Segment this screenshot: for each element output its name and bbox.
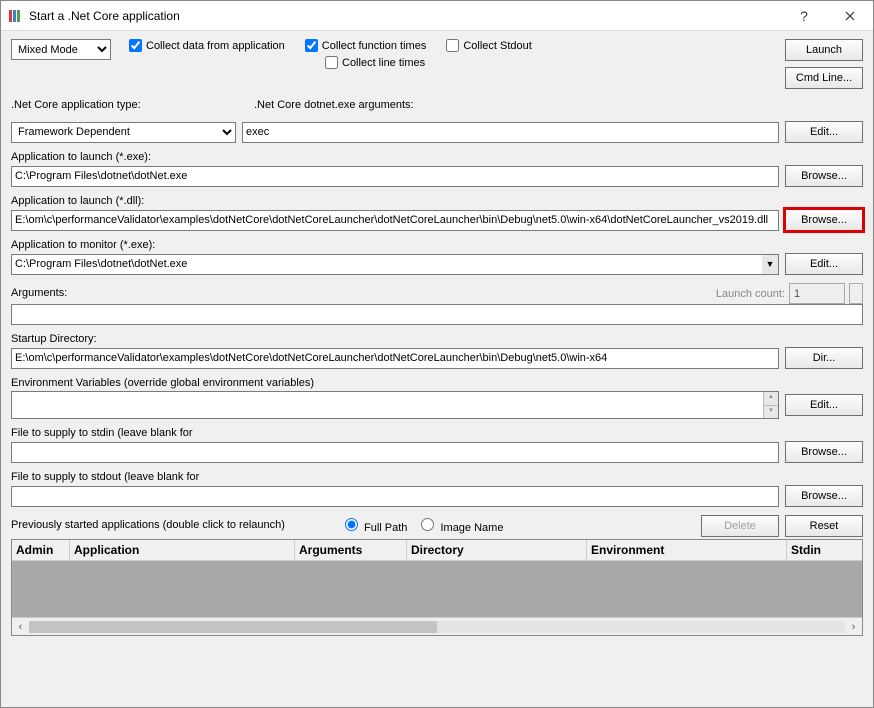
env-vars-scroll[interactable]: ▴ ▾ — [763, 392, 778, 418]
full-path-radio-input[interactable] — [345, 518, 358, 531]
app-monitor-input[interactable] — [11, 254, 762, 275]
launch-count-input — [789, 283, 845, 304]
close-button[interactable] — [827, 1, 873, 31]
startup-dir-label: Startup Directory: — [11, 333, 863, 345]
browse-exe-button[interactable]: Browse... — [785, 165, 863, 187]
dir-button[interactable]: Dir... — [785, 347, 863, 369]
dotnet-args-label: .Net Core dotnet.exe arguments: — [254, 99, 863, 111]
window-title: Start a .Net Core application — [29, 9, 781, 23]
help-button[interactable]: ? — [781, 1, 827, 31]
app-launch-dll-input[interactable] — [11, 210, 779, 231]
collect-func-times-label: Collect function times — [322, 40, 427, 52]
image-name-radio[interactable]: Image Name — [421, 518, 503, 534]
image-name-radio-input[interactable] — [421, 518, 434, 531]
stdout-input[interactable] — [11, 486, 779, 507]
collect-line-times-label: Collect line times — [342, 57, 425, 69]
edit-args-button[interactable]: Edit... — [785, 121, 863, 143]
collect-func-times-checkbox[interactable]: Collect function times — [305, 39, 427, 52]
window-controls: ? — [781, 1, 873, 31]
edit-env-button[interactable]: Edit... — [785, 394, 863, 416]
app-launch-dll-label: Application to launch (*.dll): — [11, 195, 863, 207]
col-directory[interactable]: Directory — [407, 540, 587, 560]
browse-dll-button[interactable]: Browse... — [785, 209, 863, 231]
collect-data-app-checkbox[interactable]: Collect data from application — [129, 39, 285, 52]
app-monitor-label: Application to monitor (*.exe): — [11, 239, 863, 251]
col-arguments[interactable]: Arguments — [295, 540, 407, 560]
table-header: Admin Application Arguments Directory En… — [12, 540, 862, 561]
app-type-label: .Net Core application type: — [11, 99, 236, 111]
prev-apps-table: Admin Application Arguments Directory En… — [11, 539, 863, 636]
launch-count-label: Launch count: — [716, 288, 785, 300]
delete-button: Delete — [701, 515, 779, 537]
scroll-thumb[interactable] — [29, 621, 437, 633]
env-vars-label: Environment Variables (override global e… — [11, 377, 863, 389]
stdin-input[interactable] — [11, 442, 779, 463]
scroll-down-icon[interactable]: ▾ — [763, 406, 778, 419]
col-application[interactable]: Application — [70, 540, 295, 560]
col-admin[interactable]: Admin — [12, 540, 70, 560]
launch-count-spinner — [849, 283, 863, 304]
dialog-window: Start a .Net Core application ? Mixed Mo… — [0, 0, 874, 708]
stdout-label: File to supply to stdout (leave blank fo… — [11, 471, 863, 483]
arguments-input[interactable] — [11, 304, 863, 325]
collect-data-app-input[interactable] — [129, 39, 142, 52]
collect-stdout-checkbox[interactable]: Collect Stdout — [446, 39, 531, 52]
app-monitor-dropdown[interactable]: ▼ — [762, 254, 779, 275]
stdin-label: File to supply to stdin (leave blank for — [11, 427, 863, 439]
reset-button[interactable]: Reset — [785, 515, 863, 537]
startup-dir-input[interactable] — [11, 348, 779, 369]
edit-monitor-button[interactable]: Edit... — [785, 253, 863, 275]
titlebar: Start a .Net Core application ? — [1, 1, 873, 31]
col-stdin[interactable]: Stdin — [787, 540, 862, 560]
scroll-track[interactable] — [29, 621, 845, 633]
launch-button[interactable]: Launch — [785, 39, 863, 61]
browse-stdout-button[interactable]: Browse... — [785, 485, 863, 507]
collect-data-app-label: Collect data from application — [146, 40, 285, 52]
col-environment[interactable]: Environment — [587, 540, 787, 560]
app-launch-exe-label: Application to launch (*.exe): — [11, 151, 863, 163]
app-type-combo[interactable]: Framework Dependent — [11, 122, 236, 143]
browse-stdin-button[interactable]: Browse... — [785, 441, 863, 463]
dialog-content: Mixed Mode Collect data from application… — [1, 31, 873, 707]
mode-combo[interactable]: Mixed Mode — [11, 39, 111, 60]
scroll-up-icon[interactable]: ▴ — [763, 392, 778, 406]
scroll-left-icon[interactable]: ‹ — [12, 621, 29, 633]
collect-line-times-input[interactable] — [325, 56, 338, 69]
app-icon — [7, 8, 23, 24]
env-vars-field[interactable]: ▴ ▾ — [11, 391, 779, 419]
scroll-right-icon[interactable]: › — [845, 621, 862, 633]
prev-started-label: Previously started applications (double … — [11, 519, 285, 531]
collect-func-times-input[interactable] — [305, 39, 318, 52]
table-body[interactable] — [12, 561, 862, 617]
cmd-line-button[interactable]: Cmd Line... — [785, 67, 863, 89]
dotnet-args-input[interactable] — [242, 122, 779, 143]
collect-stdout-input[interactable] — [446, 39, 459, 52]
collect-stdout-label: Collect Stdout — [463, 40, 531, 52]
image-name-radio-label: Image Name — [440, 522, 503, 534]
table-hscroll[interactable]: ‹ › — [12, 617, 862, 635]
app-launch-exe-input[interactable] — [11, 166, 779, 187]
full-path-radio[interactable]: Full Path — [345, 518, 407, 534]
collect-line-times-checkbox[interactable]: Collect line times — [325, 56, 425, 69]
full-path-radio-label: Full Path — [364, 522, 407, 534]
arguments-label: Arguments: — [11, 287, 67, 299]
